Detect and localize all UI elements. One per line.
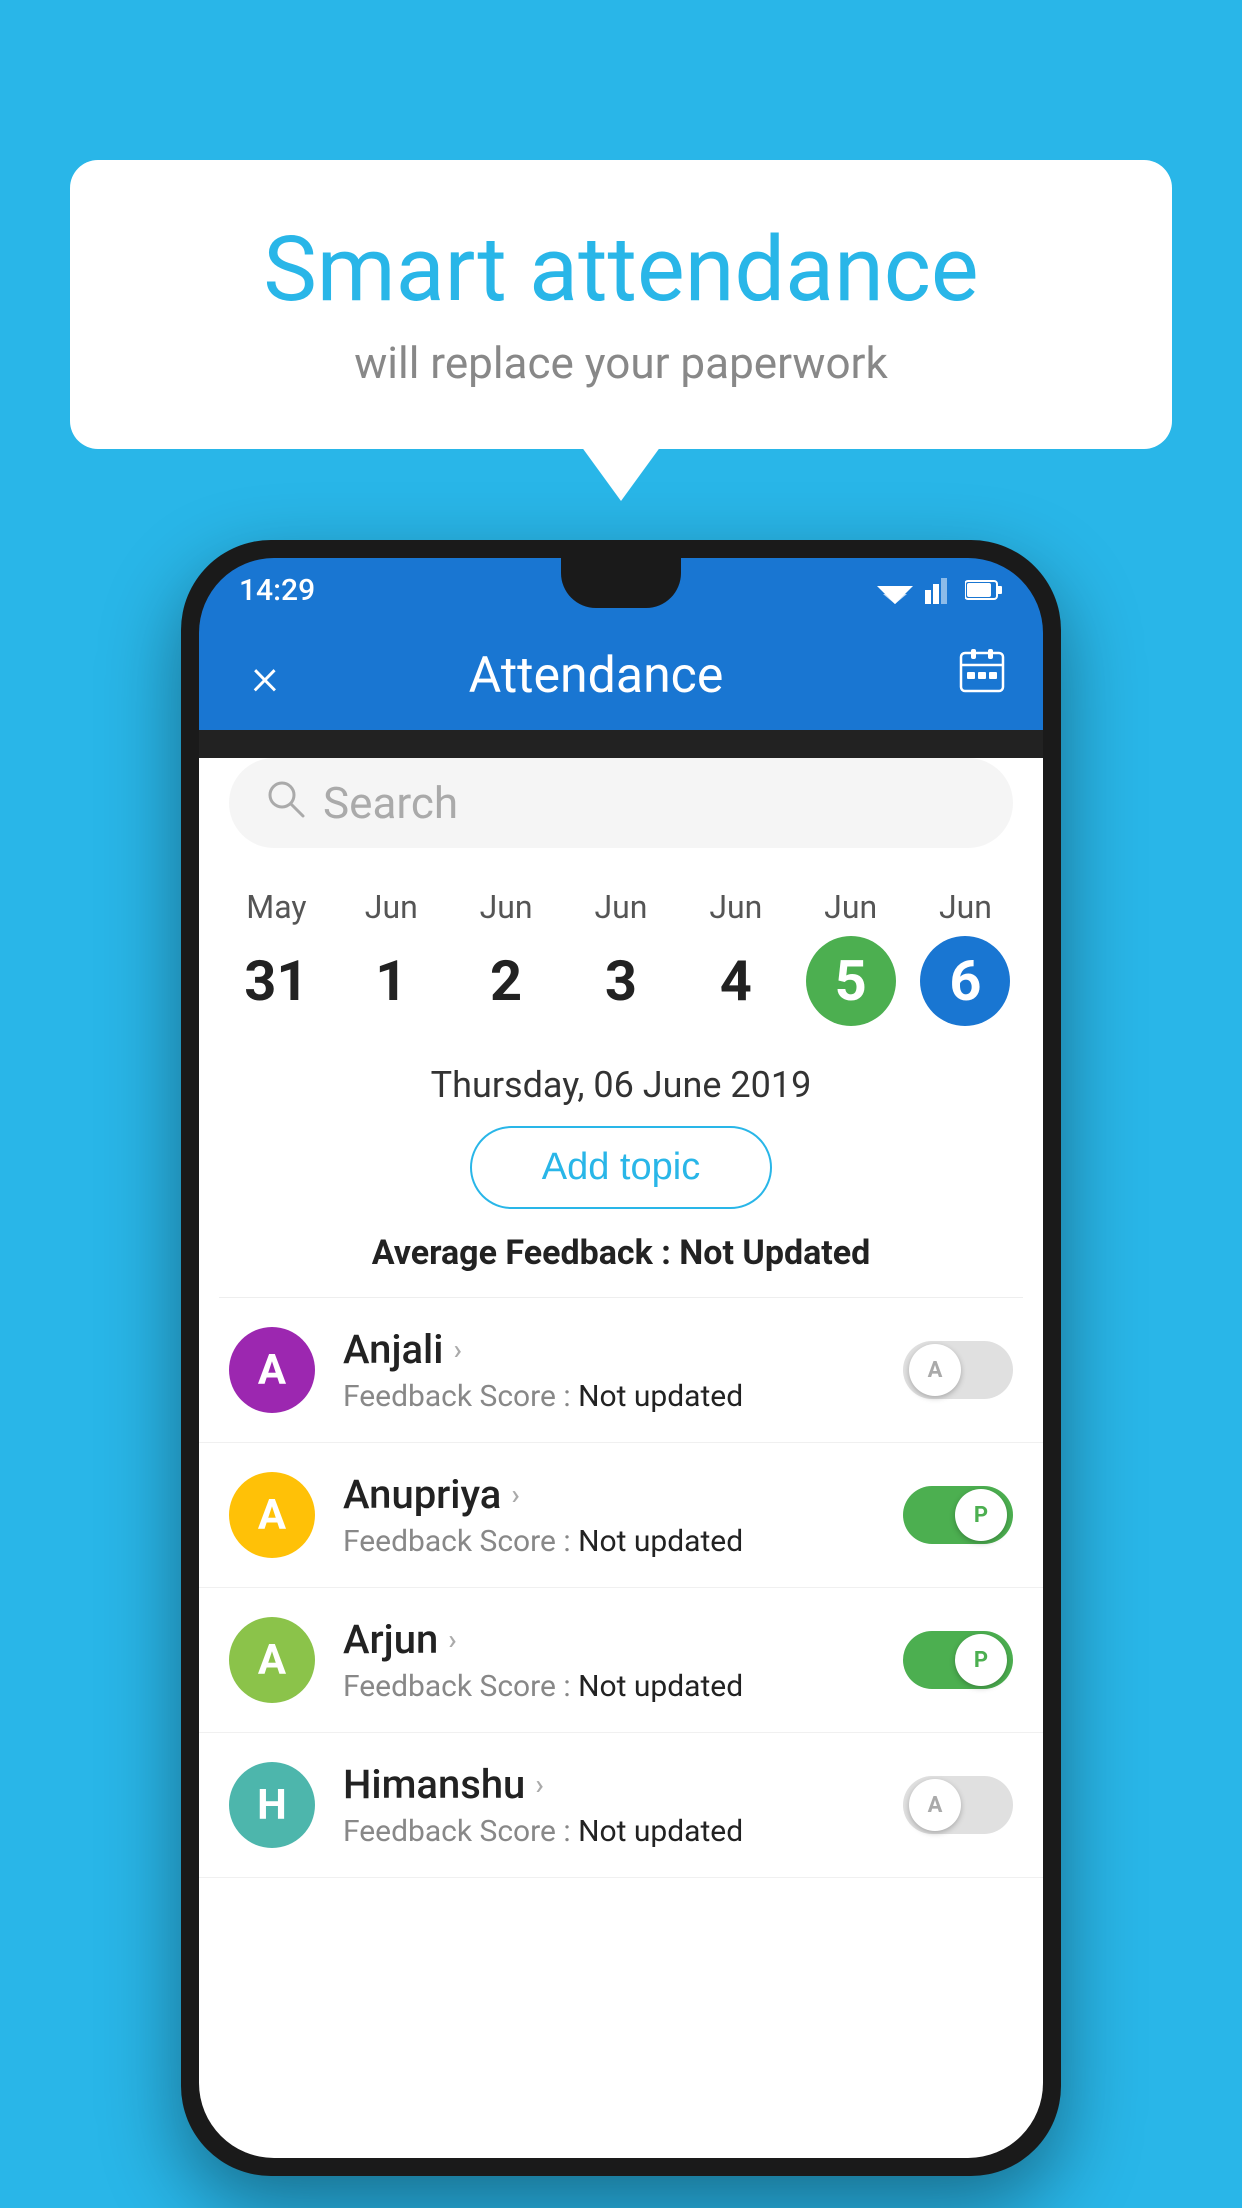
calendar-strip: May 31 Jun 1 Jun 2 Jun 3 Jun 4 Jun 5 Jun 6: [199, 868, 1043, 1036]
search-magnifier-icon: [265, 778, 305, 818]
student-name[interactable]: Arjun ›: [343, 1616, 903, 1663]
calendar-day[interactable]: Jun 6: [910, 888, 1020, 1026]
calendar-button[interactable]: [957, 645, 1007, 707]
attendance-toggle[interactable]: P: [903, 1631, 1013, 1689]
student-info: Anupriya › Feedback Score : Not updated: [343, 1471, 903, 1559]
phone-wrapper: 14:29: [181, 540, 1061, 2176]
attendance-toggle[interactable]: P: [903, 1486, 1013, 1544]
student-item: A Anupriya › Feedback Score : Not updated P: [199, 1443, 1043, 1588]
student-list: AAnjali ›Feedback Score : Not updatedAAA…: [199, 1298, 1043, 1878]
toggle-knob: P: [955, 1489, 1007, 1541]
cal-month-label: Jun: [824, 888, 877, 926]
student-info: Arjun › Feedback Score : Not updated: [343, 1616, 903, 1704]
chevron-icon: ›: [448, 1623, 456, 1656]
search-placeholder: Search: [323, 777, 458, 829]
chevron-icon: ›: [511, 1478, 519, 1511]
bubble-subtitle: will replace your paperwork: [150, 337, 1092, 389]
average-feedback: Average Feedback : Not Updated: [199, 1233, 1043, 1273]
cal-month-label: Jun: [939, 888, 992, 926]
speech-bubble: Smart attendance will replace your paper…: [70, 160, 1172, 449]
student-item: H Himanshu › Feedback Score : Not updatedA: [199, 1733, 1043, 1878]
feedback-score: Feedback Score : Not updated: [343, 1524, 903, 1559]
feedback-value: Not updated: [578, 1524, 743, 1559]
screen-content: Search May 31 Jun 1 Jun 2 Jun 3 Jun 4 Jun 5 Jun 6 Thu…: [199, 758, 1043, 2158]
calendar-day[interactable]: Jun 4: [681, 888, 791, 1026]
cal-month-label: Jun: [594, 888, 647, 926]
status-icons: [877, 576, 1003, 604]
avatar: H: [229, 1762, 315, 1848]
selected-date: Thursday, 06 June 2019: [199, 1064, 1043, 1106]
feedback-score: Feedback Score : Not updated: [343, 1669, 903, 1704]
cal-month-label: Jun: [365, 888, 418, 926]
phone-outer: 14:29: [181, 540, 1061, 2176]
attendance-toggle[interactable]: A: [903, 1776, 1013, 1834]
cal-month-label: Jun: [709, 888, 762, 926]
app-bar-title: Attendance: [295, 647, 897, 705]
average-feedback-value: Not Updated: [679, 1233, 870, 1273]
cal-date-number: 1: [346, 936, 436, 1026]
cal-date-number: 2: [461, 936, 551, 1026]
cal-month-label: Jun: [480, 888, 533, 926]
toggle-container: A: [903, 1341, 1013, 1399]
toggle-knob: P: [955, 1634, 1007, 1686]
cal-date-number: 31: [231, 936, 321, 1026]
status-time: 14:29: [239, 573, 315, 608]
student-item: AAnjali ›Feedback Score : Not updatedA: [199, 1298, 1043, 1443]
battery-icon: [965, 579, 1003, 601]
avatar: A: [229, 1327, 315, 1413]
student-name[interactable]: Anupriya ›: [343, 1471, 903, 1518]
chevron-icon: ›: [453, 1333, 461, 1366]
student-item: A Arjun › Feedback Score : Not updated P: [199, 1588, 1043, 1733]
cal-date-number: 6: [920, 936, 1010, 1026]
calendar-day[interactable]: Jun 5: [796, 888, 906, 1026]
avatar: A: [229, 1472, 315, 1558]
search-bar[interactable]: Search: [229, 758, 1013, 848]
avatar: A: [229, 1617, 315, 1703]
feedback-score: Feedback Score : Not updated: [343, 1814, 903, 1849]
feedback-value: Not updated: [578, 1379, 743, 1414]
student-name[interactable]: Himanshu ›: [343, 1761, 903, 1808]
student-name[interactable]: Anjali ›: [343, 1326, 903, 1373]
cal-date-number: 3: [576, 936, 666, 1026]
calendar-day[interactable]: May 31: [221, 888, 331, 1026]
bubble-title: Smart attendance: [150, 220, 1092, 319]
app-bar: × Attendance: [199, 622, 1043, 730]
wifi-icon: [877, 576, 913, 604]
phone-inner: 14:29: [199, 558, 1043, 2158]
feedback-score: Feedback Score : Not updated: [343, 1379, 903, 1414]
feedback-value: Not updated: [578, 1669, 743, 1704]
notch: [561, 558, 681, 608]
calendar-day[interactable]: Jun 2: [451, 888, 561, 1026]
cal-month-label: May: [246, 888, 306, 926]
signal-icon: [925, 576, 953, 604]
feedback-value: Not updated: [578, 1814, 743, 1849]
cal-date-number: 5: [806, 936, 896, 1026]
toggle-knob: A: [909, 1779, 961, 1831]
toggle-container: P: [903, 1486, 1013, 1544]
search-icon: [265, 778, 305, 829]
calendar-day[interactable]: Jun 1: [336, 888, 446, 1026]
toggle-knob: A: [909, 1344, 961, 1396]
add-topic-button[interactable]: Add topic: [470, 1126, 772, 1209]
chevron-icon: ›: [535, 1768, 543, 1801]
status-bar: 14:29: [199, 558, 1043, 622]
calendar-icon: [957, 645, 1007, 695]
student-info: Himanshu › Feedback Score : Not updated: [343, 1761, 903, 1849]
close-button[interactable]: ×: [235, 646, 295, 707]
toggle-container: A: [903, 1776, 1013, 1834]
attendance-toggle[interactable]: A: [903, 1341, 1013, 1399]
student-info: Anjali › Feedback Score : Not updated: [343, 1326, 903, 1414]
toggle-container: P: [903, 1631, 1013, 1689]
calendar-day[interactable]: Jun 3: [566, 888, 676, 1026]
speech-bubble-container: Smart attendance will replace your paper…: [70, 160, 1172, 449]
average-feedback-label: Average Feedback :: [372, 1233, 680, 1273]
cal-date-number: 4: [691, 936, 781, 1026]
